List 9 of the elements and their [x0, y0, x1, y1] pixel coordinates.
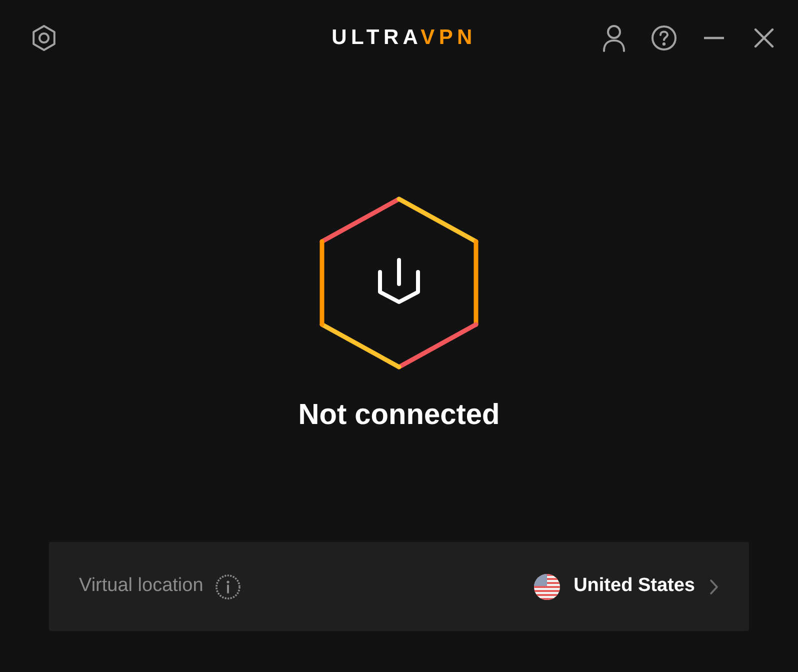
flag-icon [534, 574, 560, 600]
connect-button[interactable] [319, 196, 479, 370]
chevron-right-icon [709, 578, 719, 594]
power-icon [378, 258, 420, 304]
connection-status: Not connected [298, 398, 500, 433]
app-logo: ULTRAVPN [332, 24, 476, 51]
info-icon[interactable] [215, 574, 242, 600]
country-selector[interactable]: United States [534, 572, 719, 601]
location-label: Virtual location [79, 574, 204, 598]
